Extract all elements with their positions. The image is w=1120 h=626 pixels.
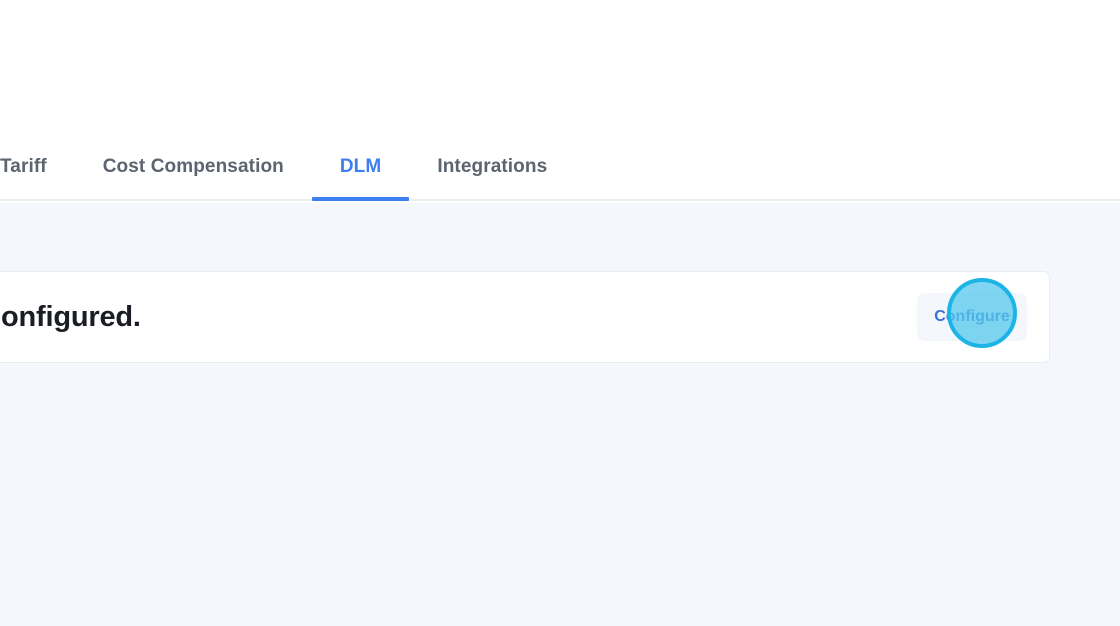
- tab-dlm-label: DLM: [340, 156, 381, 178]
- tab-cost-compensation-label: Cost Compensation: [103, 156, 284, 178]
- card-title: onfigured.: [1, 301, 141, 334]
- content-area: onfigured. Configure: [0, 203, 1120, 626]
- tab-tariff[interactable]: Tariff: [0, 134, 75, 199]
- app-window: Tariff Cost Compensation DLM Integration…: [0, 0, 1120, 626]
- tab-bar: Tariff Cost Compensation DLM Integration…: [0, 134, 1120, 201]
- configure-button[interactable]: Configure: [917, 293, 1027, 341]
- dlm-status-card: onfigured. Configure: [0, 271, 1050, 363]
- tab-cost-compensation[interactable]: Cost Compensation: [75, 134, 312, 199]
- tab-integrations-label: Integrations: [437, 156, 547, 178]
- tab-integrations[interactable]: Integrations: [409, 134, 575, 199]
- tab-dlm[interactable]: DLM: [312, 134, 409, 199]
- tab-tariff-label: Tariff: [0, 156, 47, 178]
